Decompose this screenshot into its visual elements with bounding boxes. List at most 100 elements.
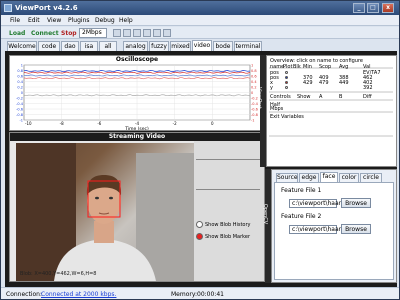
viewport-side-tab[interactable]: ViewPort bbox=[256, 55, 266, 167]
person-neck bbox=[94, 221, 114, 243]
subtab-circle[interactable]: circle bbox=[360, 173, 382, 182]
screenshot-icon[interactable] bbox=[153, 29, 161, 37]
plot-toggle[interactable] bbox=[285, 81, 288, 84]
person-right-eye bbox=[109, 196, 113, 200]
subtab-edge[interactable]: edge bbox=[299, 173, 319, 182]
title-bar: ViewPort v4.2.6 _ □ x bbox=[1, 1, 399, 15]
feature1-input[interactable]: c:\viewport\haarcascade bbox=[289, 199, 366, 208]
right-tick-label: 1 bbox=[251, 64, 253, 68]
right-tick-label: -0.8 bbox=[251, 113, 258, 117]
settings-icon[interactable] bbox=[163, 29, 171, 37]
controls-column-header: Controls bbox=[270, 94, 291, 100]
feature2-input[interactable]: c:\viewport\haarcascade bbox=[289, 225, 366, 234]
connection-status[interactable]: Connected at 2000 kbps. bbox=[41, 291, 116, 298]
tab-bode[interactable]: bode bbox=[213, 41, 233, 51]
connect-button[interactable]: Connect bbox=[31, 29, 59, 38]
browse-button-1[interactable]: Browse bbox=[341, 198, 371, 208]
overview-column-header: Scop bbox=[319, 64, 332, 70]
maximize-button[interactable]: □ bbox=[367, 3, 379, 13]
menu-bar: File Edit View Plugins Debug Help bbox=[1, 15, 399, 26]
x-tick-label: -4 bbox=[135, 121, 139, 126]
pause-icon[interactable] bbox=[123, 29, 131, 37]
subtab-source[interactable]: Source bbox=[276, 173, 298, 182]
x-tick-label: 0 bbox=[211, 121, 214, 126]
blob-info: Blob: X=400,Y=462,W=6,H=8 bbox=[20, 271, 97, 277]
menu-file[interactable]: File bbox=[10, 17, 20, 24]
left-tick-label: -0.8 bbox=[16, 113, 23, 117]
face-tab-content: Feature File 1 c:\viewport\haarcascade B… bbox=[274, 182, 394, 280]
feature1-label: Feature File 1 bbox=[281, 187, 322, 194]
viewport-side-label: ViewPort bbox=[255, 87, 262, 109]
record-icon[interactable] bbox=[143, 29, 151, 37]
opencv-side-label: OpenCV bbox=[262, 203, 269, 225]
x-axis-label: Time (sec) bbox=[124, 126, 149, 130]
video-title: Streaming Video bbox=[10, 133, 264, 141]
overview-column-header: Avg bbox=[339, 64, 349, 70]
x-tick-label: -6 bbox=[97, 121, 101, 126]
speed-select[interactable]: 2Mbps bbox=[79, 28, 107, 38]
tab-dao[interactable]: dao bbox=[61, 41, 79, 51]
tab-all[interactable]: all bbox=[99, 41, 117, 51]
left-tick-label: 0.4 bbox=[17, 80, 23, 84]
controls-column-header: B bbox=[339, 94, 343, 100]
plot-toggle[interactable] bbox=[285, 86, 288, 89]
menu-debug[interactable]: Debug bbox=[95, 17, 115, 24]
x-tick-label: -8 bbox=[60, 121, 64, 126]
tab-video[interactable]: video bbox=[192, 40, 212, 51]
minimize-button[interactable]: _ bbox=[353, 3, 365, 13]
step-icon[interactable] bbox=[133, 29, 141, 37]
controls-mbps: Mbps bbox=[270, 106, 284, 112]
plot-toggle[interactable] bbox=[285, 76, 288, 79]
tab-isa[interactable]: isa bbox=[80, 41, 98, 51]
tab-welcome[interactable]: Welcome bbox=[7, 41, 37, 51]
window-title: ViewPort v4.2.6 bbox=[15, 4, 78, 12]
x-tick-label: -2 bbox=[173, 121, 177, 126]
blob-marker-radio[interactable] bbox=[196, 233, 203, 240]
browse-button-2[interactable]: Browse bbox=[341, 224, 371, 234]
oscilloscope-panel: Oscilloscope 1 1 0.8 0.8 0.6 0.6 0.4 0.4 0.2 0.2 0… bbox=[9, 55, 265, 131]
oscilloscope-plot[interactable]: 1 10.8 0.80.6 0.60.4 0.40.2 0.20 0-0.2 -0.2-0.4… bbox=[10, 56, 264, 131]
menu-edit[interactable]: Edit bbox=[28, 17, 40, 24]
controls-column-header: Show bbox=[297, 94, 311, 100]
subtab-color[interactable]: color bbox=[339, 173, 359, 182]
connection-label: Connection: bbox=[6, 291, 42, 298]
left-tick-label: 1 bbox=[21, 64, 23, 68]
person-left-eye bbox=[95, 196, 99, 200]
play-icon[interactable] bbox=[113, 29, 121, 37]
x-edge-label: -10 bbox=[25, 121, 32, 126]
load-button[interactable]: Load bbox=[9, 29, 25, 38]
tab-code[interactable]: code bbox=[38, 41, 60, 51]
toolbar: Load Connect Stop 2Mbps bbox=[1, 27, 399, 39]
overview-cell: 479 bbox=[319, 80, 329, 86]
blob-history-radio[interactable] bbox=[196, 221, 203, 228]
menu-view[interactable]: View bbox=[47, 17, 61, 24]
plot-toggle[interactable] bbox=[285, 71, 288, 74]
tab-analog[interactable]: analog bbox=[123, 41, 148, 51]
overview-column-header: Min bbox=[303, 64, 312, 70]
app-icon bbox=[4, 4, 12, 12]
divider bbox=[196, 159, 260, 160]
video-side-area: Show Blob History Show Blob Marker bbox=[194, 141, 264, 281]
tab-mixed[interactable]: mixed bbox=[170, 41, 191, 51]
left-tick-label: 0.2 bbox=[17, 86, 23, 90]
exit-variables: Exit Variables bbox=[270, 114, 304, 120]
overview-cell: 449 bbox=[339, 80, 349, 86]
viewport-window: ViewPort v4.2.6 _ □ x File Edit View Plu… bbox=[0, 0, 400, 300]
left-tick-label: -0.4 bbox=[16, 102, 24, 106]
overview-column-header: Plot bbox=[283, 64, 293, 70]
memory-value: 00:00:41 bbox=[197, 291, 224, 298]
tab-terminal[interactable]: terminal bbox=[234, 41, 262, 51]
camera-feed: Blob: X=400,Y=462,W=6,H=8 bbox=[16, 143, 196, 281]
overview-column-header: Blk bbox=[293, 64, 301, 70]
right-tick-label: -1 bbox=[251, 119, 255, 123]
subtab-face[interactable]: face bbox=[320, 172, 338, 182]
stop-button[interactable]: Stop bbox=[61, 29, 77, 38]
left-tick-label: -0.6 bbox=[16, 108, 23, 112]
main-tabs: Welcome code dao isa all analog fuzzy mi… bbox=[5, 40, 399, 51]
tab-fuzzy[interactable]: fuzzy bbox=[149, 41, 169, 51]
right-tick-label: 0 bbox=[251, 91, 253, 95]
close-button[interactable]: x bbox=[382, 3, 394, 13]
menu-help[interactable]: Help bbox=[119, 17, 133, 24]
right-tick-label: 0.8 bbox=[251, 69, 257, 73]
menu-plugins[interactable]: Plugins bbox=[68, 17, 90, 24]
